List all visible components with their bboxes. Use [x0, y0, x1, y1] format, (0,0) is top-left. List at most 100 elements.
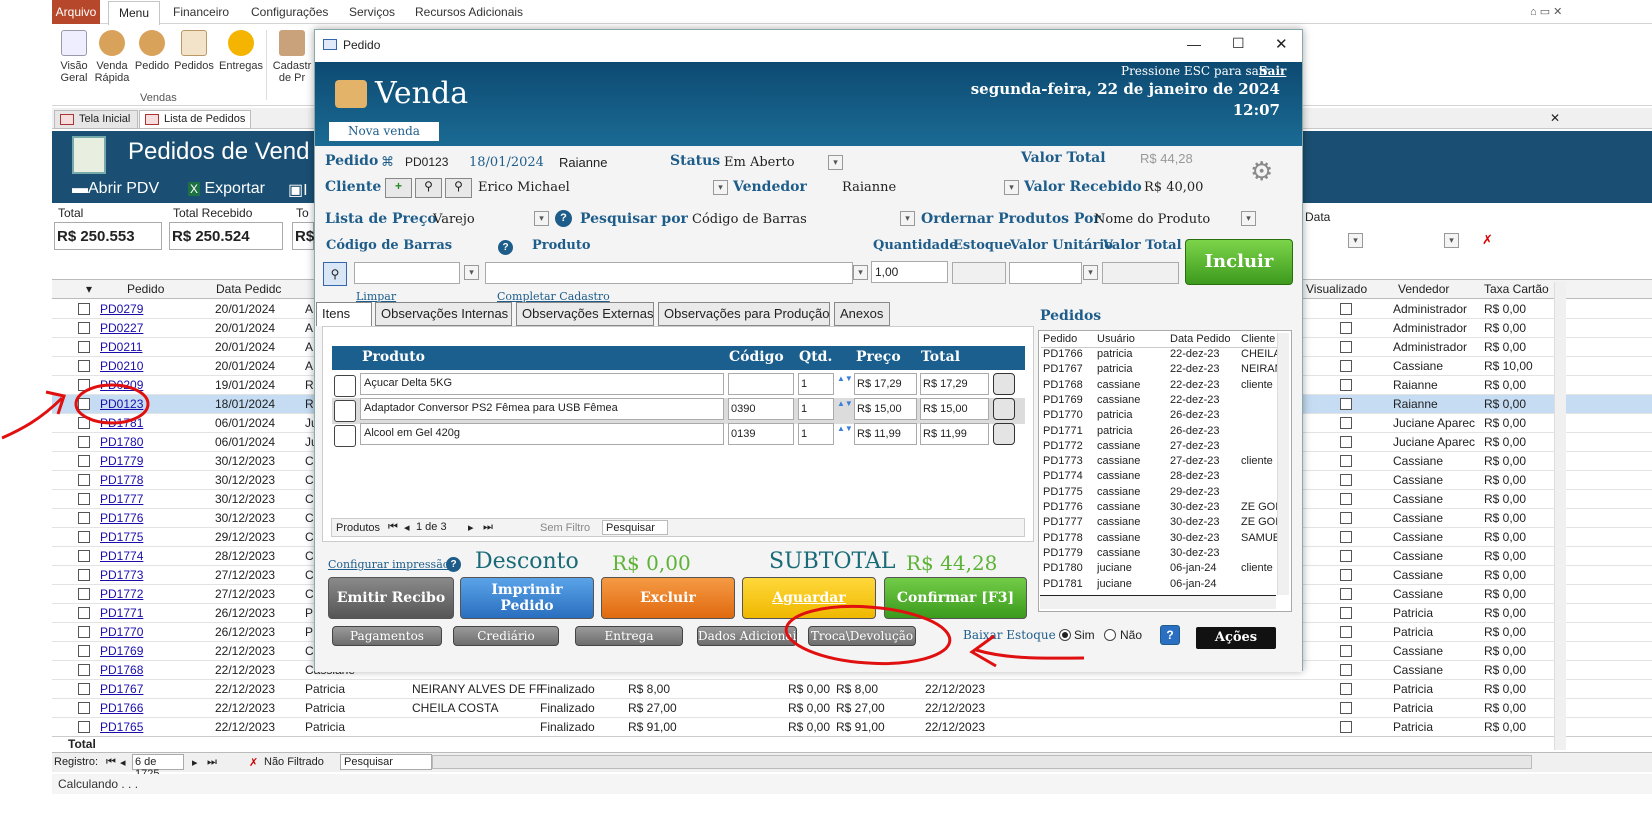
visualizado-checkbox[interactable] [1340, 550, 1352, 562]
row-checkbox[interactable] [78, 721, 90, 733]
pedido-link[interactable]: PD1768 [100, 663, 143, 677]
list-item[interactable]: PD1768 cassiane 22-dez-23 cliente [1041, 379, 1277, 394]
pedido-link[interactable]: PD1779 [100, 454, 143, 468]
list-item[interactable]: PD1778 cassiane 30-dez-23 SAMUE [1041, 532, 1277, 547]
list-item[interactable]: PD1767 patricia 22-dez-23 NEIRAN [1041, 363, 1277, 378]
grid-search-input[interactable]: Pesquisar [340, 754, 432, 770]
list-item[interactable]: PD1769 cassiane 22-dez-23 [1041, 394, 1277, 409]
row-checkbox[interactable] [78, 664, 90, 676]
vendedor-select[interactable]: Raianne [842, 180, 896, 195]
visualizado-checkbox[interactable] [1340, 664, 1352, 676]
desconto-value[interactable]: R$ 0,00 [612, 551, 691, 575]
close-doc-icon[interactable]: ✕ [1550, 111, 1560, 125]
list-item[interactable]: PD1777 cassiane 30-dez-23 ZE GOI [1041, 516, 1277, 531]
nao-radio[interactable] [1104, 629, 1116, 641]
abrir-pdv-button[interactable]: ▬Abrir PDV [72, 180, 159, 198]
item-details-icon[interactable] [334, 375, 356, 397]
pedido-link[interactable]: PD1770 [100, 625, 143, 639]
nav-next-icon[interactable]: ▸ [192, 756, 198, 769]
items-position[interactable]: 1 de 3 [416, 521, 447, 533]
table-row[interactable]: PD1767 22/12/2023 Patricia NEIRANY ALVES DE… [52, 680, 1652, 699]
row-checkbox[interactable] [78, 341, 90, 353]
list-item[interactable]: PD1773 cassiane 27-dez-23 cliente [1041, 455, 1277, 470]
nav-last-icon[interactable]: ⏭ [483, 521, 493, 534]
view-client-icon[interactable]: ⚲ [445, 178, 472, 198]
pedido-link[interactable]: PD1769 [100, 644, 143, 658]
codigo-barras-dropdown[interactable]: ▾ [464, 265, 479, 280]
item-produto[interactable]: Adaptador Conversor PS2 Fêmea para USB F… [360, 398, 724, 420]
item-qtd[interactable]: 1 [798, 373, 834, 395]
configurar-impressao-link[interactable]: Configurar impressão [328, 558, 449, 571]
items-filter-status[interactable]: Sem Filtro [540, 522, 590, 534]
pesquisar-por-select[interactable]: Código de Barras [692, 212, 807, 227]
list-item[interactable]: PD1770 patricia 26-dez-23 [1041, 409, 1277, 424]
pedido-link[interactable]: PD1778 [100, 473, 143, 487]
clear-filter-icon[interactable]: ✗ [1482, 232, 1500, 248]
valor-unitario-input[interactable] [1009, 262, 1082, 284]
grid-vscrollbar[interactable] [1554, 282, 1566, 750]
produto-dropdown[interactable]: ▾ [853, 265, 868, 280]
item-preco[interactable]: R$ 15,00 [854, 398, 917, 420]
nav-last-icon[interactable]: ⏭ [207, 756, 217, 769]
close-icon[interactable]: ✕ [1275, 35, 1288, 53]
visualizado-checkbox[interactable] [1340, 721, 1352, 733]
row-checkbox[interactable] [78, 303, 90, 315]
pedido-link[interactable]: PD0211 [100, 340, 142, 354]
add-client-icon[interactable]: + [385, 178, 412, 198]
tab-configuracoes[interactable]: Configurações [251, 5, 328, 19]
row-checkbox[interactable] [78, 588, 90, 600]
visualizado-checkbox[interactable] [1340, 512, 1352, 524]
pesquisar-por-dropdown[interactable]: ▾ [900, 211, 915, 226]
item-preco[interactable]: R$ 11,99 [854, 423, 917, 445]
visualizado-checkbox[interactable] [1340, 607, 1352, 619]
qty-spinner-icon[interactable]: ▲▼ [837, 423, 853, 445]
grid-hscrollbar[interactable] [432, 755, 1532, 769]
col-header-data[interactable]: Data Pedidc [216, 282, 281, 296]
nav-next-icon[interactable]: ▸ [468, 521, 474, 534]
list-item[interactable]: PD1779 cassiane 30-dez-23 [1041, 547, 1277, 562]
tab-arquivo[interactable]: Arquivo [52, 0, 100, 24]
entregas-button[interactable]: Entregas [218, 30, 264, 72]
pedidos-button[interactable]: Pedidos [174, 30, 214, 72]
col-header-pedido[interactable]: Pedido [127, 282, 164, 296]
nav-first-icon[interactable]: ⏮ [388, 521, 398, 534]
items-search-input[interactable]: Pesquisar [602, 520, 668, 535]
doc-tab-tela-inicial[interactable]: Tela Inicial [54, 110, 138, 129]
item-qtd[interactable]: 1 [798, 423, 834, 445]
maximize-icon[interactable]: ☐ [1232, 35, 1245, 52]
visualizado-checkbox[interactable] [1340, 702, 1352, 714]
pedido-link[interactable]: PD1771 [100, 606, 143, 620]
visao-geral-button[interactable]: Visão Geral [54, 30, 94, 84]
visualizado-checkbox[interactable] [1340, 360, 1352, 372]
ordenar-select[interactable]: Nome do Produto [1094, 212, 1210, 227]
item-codigo[interactable] [728, 373, 794, 395]
help-icon[interactable]: ? [446, 557, 461, 572]
pedido-link[interactable]: PD1774 [100, 549, 143, 563]
codigo-barras-input[interactable] [354, 262, 460, 284]
item-produto[interactable]: Alcool em Gel 420g [360, 423, 724, 445]
imprimir-pedido-button[interactable]: Imprimir Pedido [460, 577, 594, 619]
nav-first-icon[interactable]: ⏮ [106, 756, 116, 769]
pedido-button[interactable]: Pedido [132, 30, 172, 72]
visualizado-checkbox[interactable] [1340, 626, 1352, 638]
barcode-search-icon[interactable]: ⚲ [323, 262, 347, 286]
help-icon[interactable]: ? [1160, 625, 1180, 645]
quantidade-input[interactable]: 1,00 [871, 261, 948, 283]
tab-obs-internas[interactable]: Observações Internas [375, 302, 512, 326]
row-checkbox[interactable] [78, 683, 90, 695]
row-checkbox[interactable] [78, 645, 90, 657]
row-checkbox[interactable] [78, 626, 90, 638]
entrega-button[interactable]: Entrega [575, 626, 683, 646]
pedido-link[interactable]: PD1773 [100, 568, 143, 582]
item-total[interactable]: R$ 11,99 [920, 423, 989, 445]
list-item[interactable]: PD1776 cassiane 30-dez-23 ZE GOI [1041, 501, 1277, 516]
pedido-link[interactable]: PD1766 [100, 701, 143, 715]
trash-icon[interactable] [993, 423, 1015, 445]
pedido-link[interactable]: PD1777 [100, 492, 143, 506]
item-preco[interactable]: R$ 17,29 [854, 373, 917, 395]
grid-sort-dropdown[interactable]: ▾ [86, 282, 92, 296]
col-header-vendedor[interactable]: Vendedor [1398, 282, 1449, 296]
pedido-link[interactable]: PD0279 [100, 302, 143, 316]
list-item[interactable]: PD1775 cassiane 29-dez-23 [1041, 486, 1277, 501]
list-item[interactable]: PD1774 cassiane 28-dez-23 [1041, 470, 1277, 485]
